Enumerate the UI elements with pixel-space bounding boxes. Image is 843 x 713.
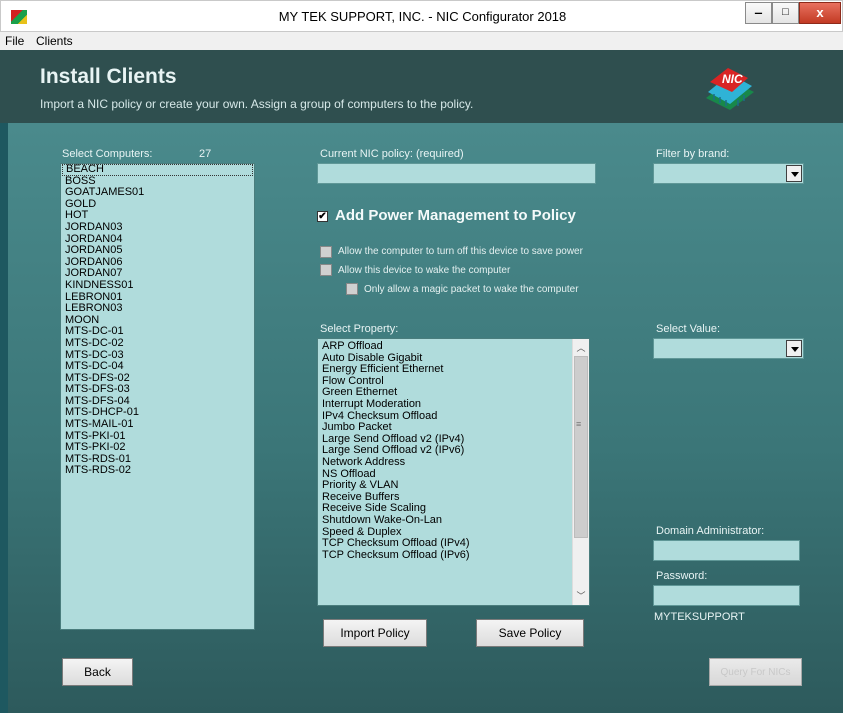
scroll-thumb[interactable] [574,356,588,538]
left-edge-bar [0,123,8,713]
allow-turn-off-label: Allow the computer to turn off this devi… [338,246,583,257]
password-field[interactable] [653,585,800,606]
menu-bar: File Clients [0,32,843,50]
query-for-nics-button[interactable]: Query For NICs [709,658,802,686]
value-select[interactable] [653,338,804,359]
import-policy-button[interactable]: Import Policy [323,619,427,647]
computer-list-item[interactable]: JORDAN03 [61,221,254,234]
magic-packet-checkbox[interactable] [346,283,358,295]
main-panel: Select Computers: 27 BEACH BOSS GOATJAMES0… [8,123,843,713]
maximize-button[interactable]: □ [772,2,799,24]
password-label: Password: [656,570,708,582]
property-list-item[interactable]: Jumbo Packet [318,422,589,434]
page-header: Install Clients Import a NIC policy or c… [0,50,843,123]
chevron-down-icon [786,165,802,182]
property-list-item[interactable]: ARP Offload [318,340,589,353]
domain-name: MYTEKSUPPORT [654,611,745,623]
save-policy-button[interactable]: Save Policy [476,619,584,647]
back-button[interactable]: Back [62,658,133,686]
computer-listbox[interactable]: BEACH BOSS GOATJAMES01 GOLD HOT JORDAN03 JORDA… [60,163,255,630]
computer-list-item[interactable]: MTS-MAIL-01 [61,418,254,431]
domain-admin-label: Domain Administrator: [656,525,765,537]
computer-list-item[interactable]: GOLD [61,198,254,211]
computer-count: 27 [199,148,212,160]
nic-logo: NIC [706,68,754,110]
close-button[interactable]: x [799,2,841,24]
scroll-down-icon[interactable]: ﹀ [573,588,589,604]
property-listbox[interactable]: ARP Offload Auto Disable Gigabit Energy Ef… [317,338,590,606]
scroll-grip-icon: ≡ [576,419,582,429]
window-title: MY TEK SUPPORT, INC. - NIC Configurator … [278,9,567,24]
chevron-down-icon [786,340,802,357]
computer-list-item[interactable]: BEACH [62,164,253,176]
menu-clients[interactable]: Clients [36,34,73,48]
select-property-label: Select Property: [320,323,399,335]
brand-filter-select[interactable] [653,163,804,184]
property-list-item[interactable]: Priority & VLAN [318,480,589,492]
domain-admin-field[interactable] [653,540,800,561]
property-list-item[interactable]: Shutdown Wake-On-Lan [318,514,589,527]
property-scrollbar[interactable]: ︿ ≡ ﹀ [572,339,589,605]
allow-wake-label: Allow this device to wake the computer [338,265,511,276]
power-management-checkbox[interactable]: ✔ [317,211,328,222]
scroll-up-icon[interactable]: ︿ [573,340,589,356]
magic-packet-label: Only allow a magic packet to wake the co… [364,284,579,295]
filter-brand-label: Filter by brand: [656,148,730,160]
power-management-label: Add Power Management to Policy [335,207,576,224]
property-list-item[interactable]: TCP Checksum Offload (IPv6) [318,549,589,562]
select-value-label: Select Value: [656,323,721,335]
select-computers-label: Select Computers: [62,148,153,160]
policy-field[interactable] [317,163,596,184]
computer-list-item[interactable]: MTS-DC-02 [61,337,254,350]
minimize-button[interactable]: ‒ [745,2,772,24]
logo-text: NIC [722,72,743,86]
computer-list-item[interactable]: JORDAN05 [61,245,254,257]
current-policy-label: Current NIC policy: (required) [320,148,464,160]
computer-list-item[interactable]: MTS-RDS-02 [61,465,254,477]
page-subtitle: Import a NIC policy or create your own. … [40,97,474,111]
allow-turn-off-checkbox[interactable] [320,246,332,258]
property-list-item[interactable]: Network Address [318,456,589,469]
computer-list-item[interactable]: LEBRON03 [61,303,254,315]
title-bar: MY TEK SUPPORT, INC. - NIC Configurator … [0,0,843,32]
page-title: Install Clients [40,65,177,88]
computer-list-item[interactable]: KINDNESS01 [61,279,254,292]
computer-list-item[interactable]: MTS-DC-04 [61,360,254,373]
property-list-item[interactable]: TCP Checksum Offload (IPv4) [318,537,589,550]
allow-wake-checkbox[interactable] [320,264,332,276]
property-list-item[interactable]: Interrupt Moderation [318,398,589,411]
menu-file[interactable]: File [5,34,24,48]
